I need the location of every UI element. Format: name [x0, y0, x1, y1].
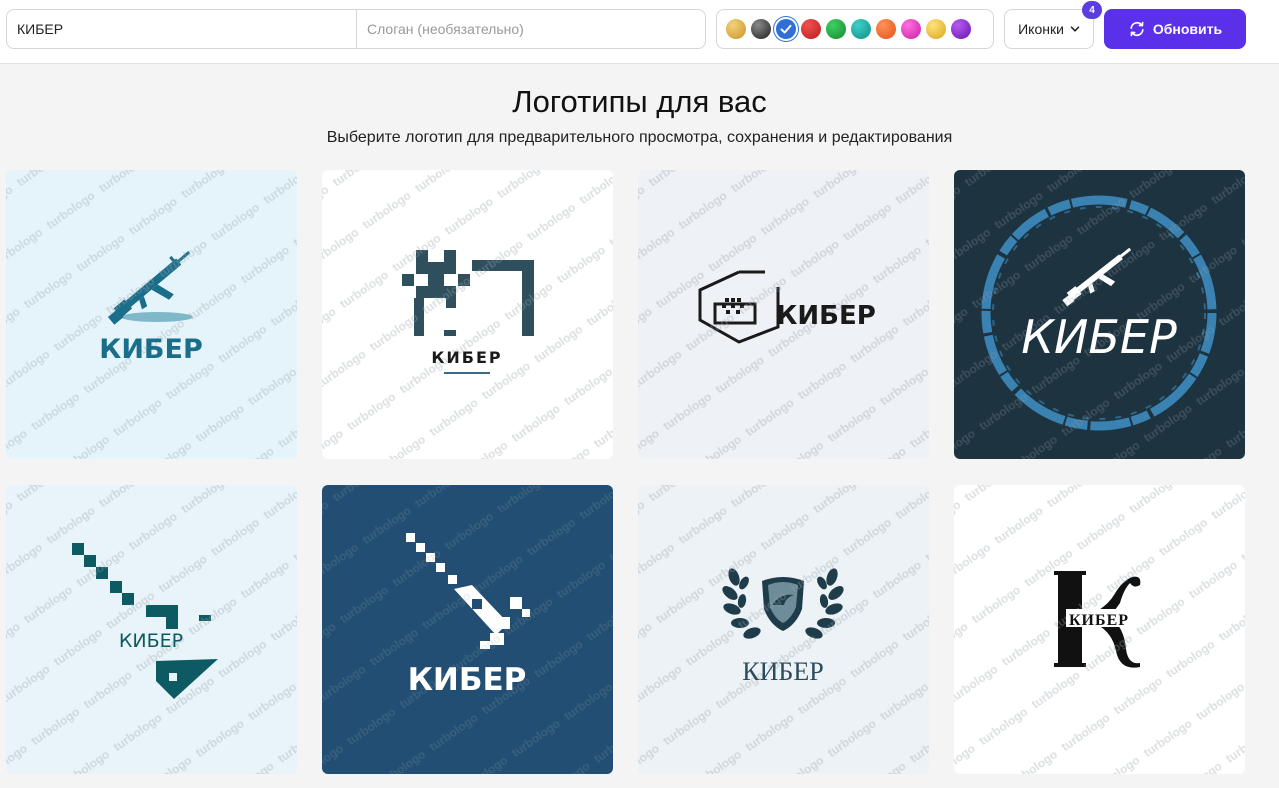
logo-text-5: КИБЕР — [119, 630, 183, 652]
svg-text:КИБЕР: КИБЕР — [1021, 310, 1177, 364]
check-icon — [780, 24, 792, 34]
logo-card-1[interactable]: КИБЕР — [6, 170, 297, 459]
page-title: Логотипы для вас — [512, 84, 767, 119]
svg-text:КИБЕР: КИБЕР — [119, 630, 183, 652]
top-toolbar: Иконки 4 Обновить — [0, 0, 1279, 64]
color-swatch-red[interactable] — [801, 19, 821, 39]
icons-dropdown-label: Иконки — [1018, 21, 1064, 37]
color-swatch-black[interactable] — [751, 19, 771, 39]
logo-card-3[interactable]: КИБЕР — [638, 170, 929, 459]
svg-text:КИБЕР: КИБЕР — [742, 657, 823, 686]
refresh-button-label: Обновить — [1152, 21, 1223, 37]
svg-text:КИБЕР: КИБЕР — [1069, 612, 1129, 629]
logo-text-1: КИБЕР — [99, 334, 202, 365]
svg-text:КИБЕР: КИБЕР — [776, 301, 876, 331]
chevron-down-icon — [1070, 26, 1080, 32]
slogan-input[interactable] — [357, 10, 705, 48]
color-swatch-blue[interactable] — [776, 19, 796, 39]
logo-card-8[interactable]: КИБЕР — [954, 485, 1245, 774]
svg-text:КИБЕР: КИБЕР — [99, 334, 202, 365]
name-slogan-group — [6, 9, 706, 49]
logo-card-6[interactable]: КИБЕР — [322, 485, 613, 774]
logo-card-5[interactable]: КИБЕР — [6, 485, 297, 774]
company-name-input[interactable] — [7, 10, 357, 48]
logo-text-6: КИБЕР — [408, 662, 527, 698]
refresh-icon — [1130, 21, 1144, 37]
color-swatch-green[interactable] — [826, 19, 846, 39]
color-swatch-teal[interactable] — [851, 19, 871, 39]
icons-count-badge: 4 — [1082, 1, 1102, 19]
color-swatch-purple[interactable] — [951, 19, 971, 39]
logo-card-7[interactable]: КИБЕР — [638, 485, 929, 774]
svg-text:КИБЕР: КИБЕР — [431, 348, 502, 367]
color-swatch-gold[interactable] — [726, 19, 746, 39]
logo-text-7: КИБЕР — [742, 657, 823, 686]
color-palette — [716, 9, 994, 49]
page-subtitle: Выберите логотип для предварительного пр… — [326, 129, 953, 146]
logo-text-2: КИБЕР — [431, 348, 502, 367]
logo-text-3: КИБЕР — [776, 301, 876, 331]
svg-text:КИБЕР: КИБЕР — [408, 662, 527, 698]
color-swatch-pink[interactable] — [901, 19, 921, 39]
logo-text-8: КИБЕР — [1066, 609, 1134, 629]
logo-card-2[interactable]: КИБЕР — [322, 170, 613, 459]
icons-dropdown[interactable]: Иконки — [1004, 9, 1094, 49]
refresh-button[interactable]: Обновить — [1104, 9, 1246, 49]
logo-text-4: КИБЕР — [1021, 310, 1177, 364]
logo-card-4[interactable]: КИБЕР — [954, 170, 1245, 459]
color-swatch-yellow[interactable] — [926, 19, 946, 39]
color-swatch-orange[interactable] — [876, 19, 896, 39]
